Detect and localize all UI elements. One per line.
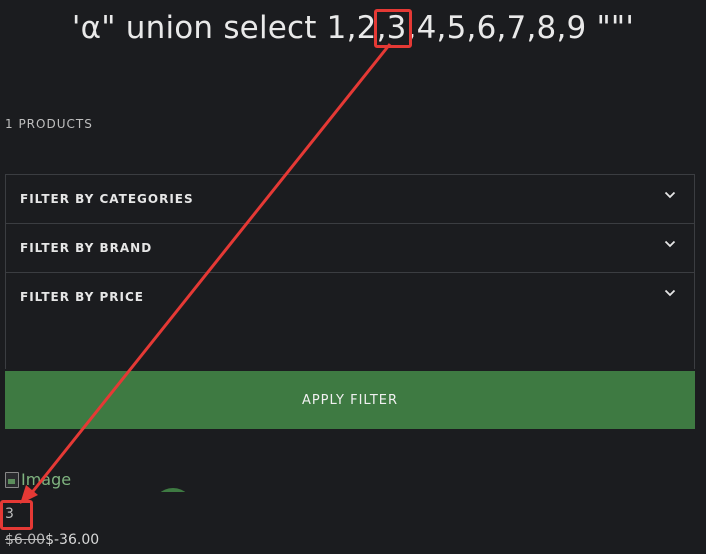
- products-count: 1 PRODUCTS: [5, 117, 93, 131]
- product-image-alt: Image: [21, 470, 72, 489]
- annotation-highlight-product: [0, 500, 33, 530]
- apply-filter-button[interactable]: APPLY FILTER: [5, 371, 695, 429]
- filter-categories-label: FILTER BY CATEGORIES: [20, 192, 194, 206]
- page-title: 'α" union select 1,2,3,4,5,6,7,8,9 ""': [71, 10, 635, 46]
- filter-price-label: FILTER BY PRICE: [20, 290, 144, 304]
- chevron-down-icon[interactable]: [664, 238, 676, 250]
- chevron-down-icon[interactable]: [664, 189, 676, 201]
- filter-brand-toggle[interactable]: FILTER BY BRAND: [6, 224, 694, 273]
- price-old: $6.00: [5, 532, 46, 548]
- product-price: $6.00$-36.00: [5, 532, 99, 548]
- price-new: $-36.00: [45, 532, 100, 548]
- filter-price-toggle[interactable]: FILTER BY PRICE: [6, 273, 694, 369]
- product-listing-page: 'α" union select 1,2,3,4,5,6,7,8,9 ""' 1…: [0, 0, 706, 554]
- annotation-highlight-title: [374, 9, 412, 48]
- broken-image-icon: [5, 472, 19, 488]
- product-image-link[interactable]: Image: [5, 470, 71, 489]
- filter-panel: FILTER BY CATEGORIES FILTER BY BRAND FIL…: [5, 174, 695, 369]
- filter-brand-label: FILTER BY BRAND: [20, 241, 153, 255]
- badge-mask: [140, 492, 210, 532]
- filter-categories-toggle[interactable]: FILTER BY CATEGORIES: [6, 175, 694, 224]
- chevron-down-icon[interactable]: [664, 287, 676, 299]
